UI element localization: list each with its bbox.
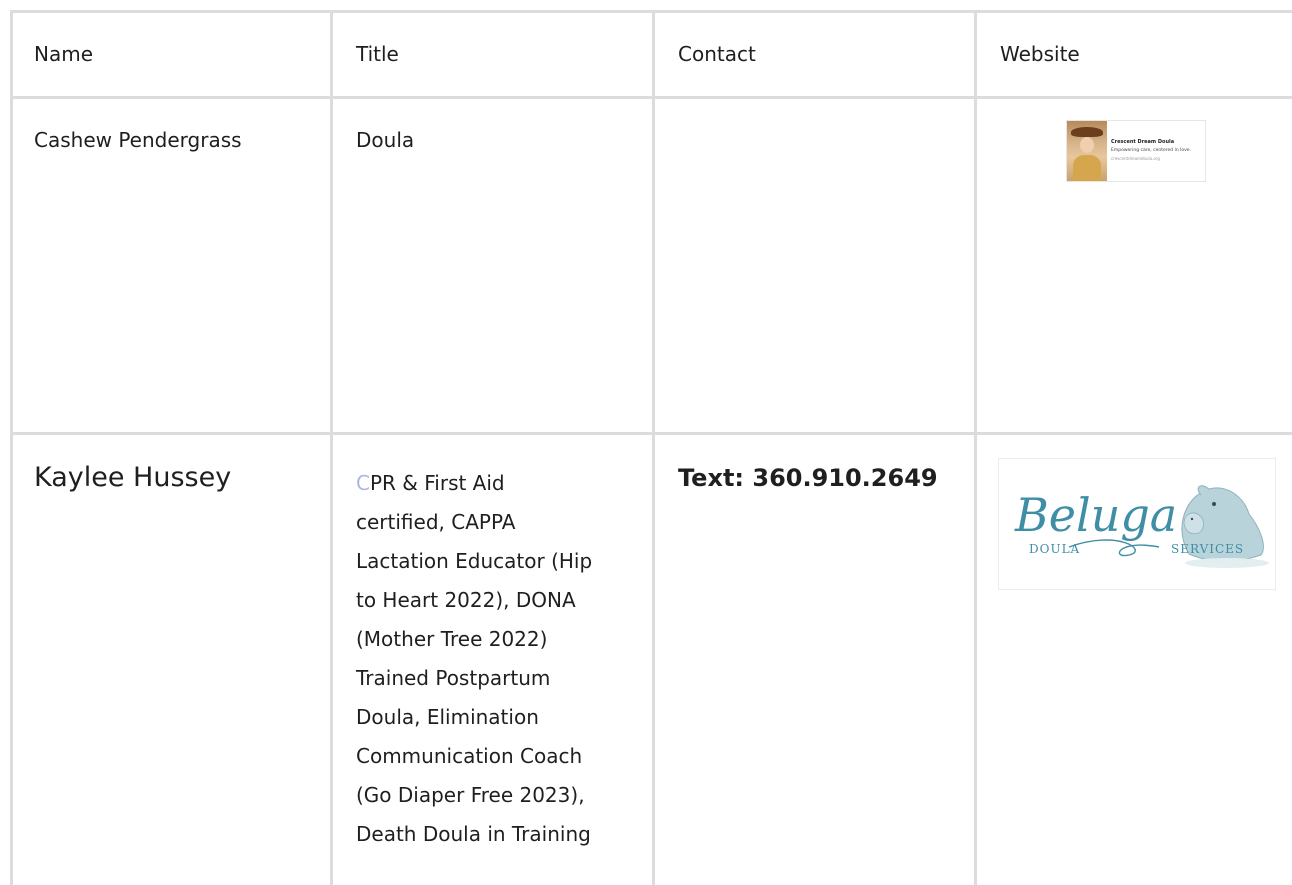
header-website: Website	[1000, 42, 1080, 66]
row-divider-1	[10, 432, 1292, 435]
title-line: to Heart 2022), DONA	[356, 588, 576, 612]
photo-body	[1073, 155, 1101, 181]
title-line: certified, CAPPA	[356, 510, 516, 534]
header-title: Title	[356, 42, 399, 66]
table-top-border	[10, 10, 1292, 13]
title-line: Death Doula in Training	[356, 822, 591, 846]
beluga-logo-icon: Beluga DOULA SERVICES	[1014, 485, 1269, 568]
row2-name: Kaylee Hussey	[34, 462, 232, 493]
header-contact: Contact	[678, 42, 756, 66]
row2-contact: Text: 360.910.2649	[678, 464, 938, 492]
column-divider-2	[652, 10, 655, 885]
row2-title: CPR & First Aid certified, CAPPA Lactati…	[356, 464, 636, 854]
preview-subtitle: Empowering care, centered in love.	[1111, 148, 1191, 153]
row-divider-header	[10, 96, 1292, 99]
column-divider-3	[974, 10, 977, 885]
row1-title: Doula	[356, 128, 415, 152]
logo-right-text: SERVICES	[1171, 542, 1244, 556]
title-line: PR & First Aid	[369, 471, 505, 495]
photo-hat	[1071, 127, 1103, 137]
title-line: Lactation Educator (Hip	[356, 549, 593, 573]
table-left-border	[10, 10, 13, 885]
title-line: Doula, Elimination	[356, 705, 539, 729]
column-divider-1	[330, 10, 333, 885]
logo-word: Beluga	[1014, 488, 1177, 542]
title-line: Communication Coach	[356, 744, 583, 768]
row1-name: Cashew Pendergrass	[34, 128, 242, 152]
title-first-char: C	[356, 471, 370, 495]
header-name: Name	[34, 42, 94, 66]
title-line: (Go Diaper Free 2023),	[356, 783, 585, 807]
website-link-preview[interactable]: Crescent Dream Doula Empowering care, ce…	[1066, 120, 1206, 182]
preview-url: crescentdreamdoula.org	[1111, 156, 1160, 161]
title-line: Trained Postpartum	[356, 666, 551, 690]
beluga-logo-link[interactable]: Beluga DOULA SERVICES	[998, 458, 1276, 590]
photo-face	[1080, 137, 1094, 153]
preview-photo	[1067, 121, 1107, 181]
logo-left-text: DOULA	[1029, 542, 1080, 556]
title-line: (Mother Tree 2022)	[356, 627, 548, 651]
preview-title: Crescent Dream Doula	[1111, 139, 1175, 145]
